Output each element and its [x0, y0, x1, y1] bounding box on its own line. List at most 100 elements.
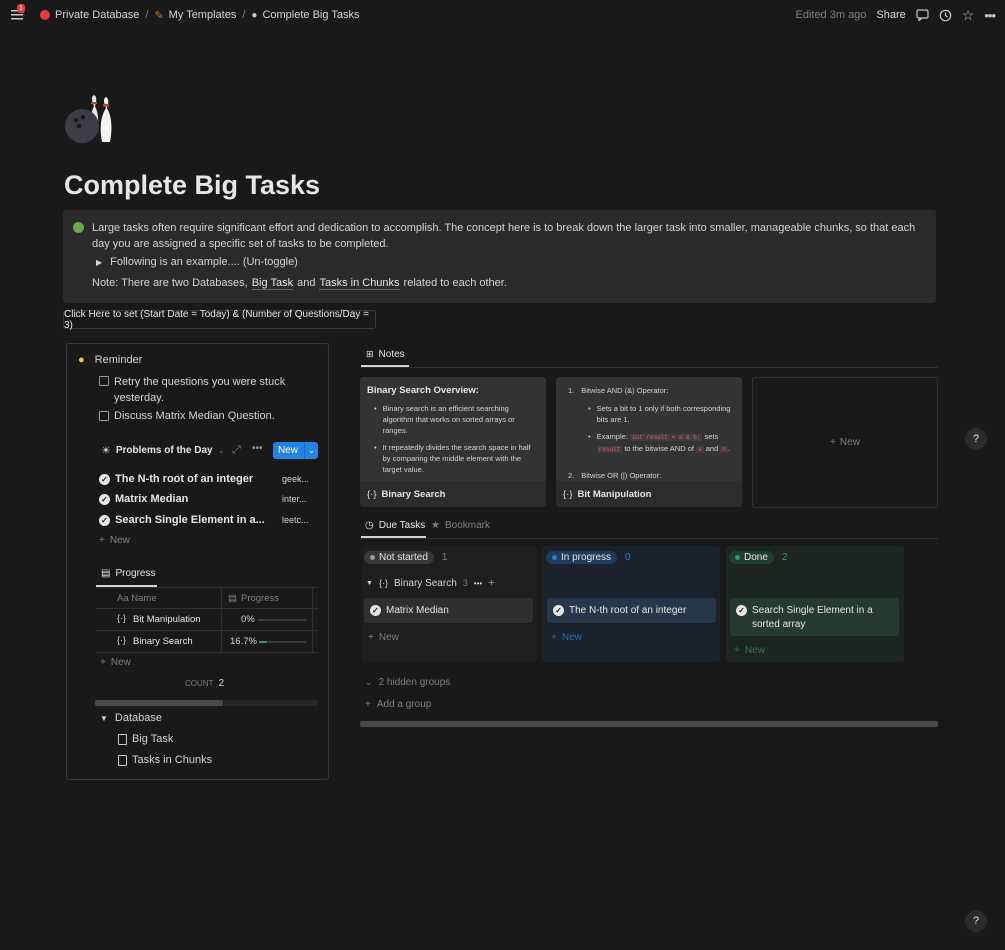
- pencil-icon: ✎: [154, 9, 164, 22]
- plus-icon[interactable]: +: [488, 577, 494, 589]
- add-group[interactable]: + Add a group: [365, 699, 431, 710]
- task-card[interactable]: ✓ Matrix Median: [364, 598, 533, 623]
- breadcrumb-private-database[interactable]: Private Database: [55, 9, 139, 21]
- note-footer-label: Binary Search: [381, 489, 446, 500]
- hidden-groups[interactable]: ⌄ 2 hidden groups: [365, 677, 450, 688]
- note-card[interactable]: Binary Search Overview: • Binary search …: [360, 377, 546, 507]
- due-tasks-tab[interactable]: ◷ Due Tasks: [365, 520, 425, 531]
- row-divider: [96, 652, 318, 653]
- todo-checkbox[interactable]: [99, 411, 109, 421]
- bookmark-tab[interactable]: ★ Bookmark: [431, 520, 490, 531]
- note-card[interactable]: 1. Bitwise AND (&) Operator: • Sets a bi…: [556, 377, 742, 507]
- progress-add-new[interactable]: + New: [100, 657, 131, 668]
- col-header-progress[interactable]: ▤ Progress: [228, 593, 279, 604]
- example-toggle[interactable]: ▶ Following is an example.... (Un-toggle…: [96, 256, 298, 268]
- column-header: Not started 1: [364, 551, 447, 564]
- row-divider: [96, 630, 318, 631]
- page-title[interactable]: Complete Big Tasks: [64, 170, 320, 201]
- more-icon[interactable]: •••: [984, 8, 996, 23]
- note-prefix: Note: There are two Databases,: [92, 277, 248, 289]
- history-icon[interactable]: [939, 9, 952, 22]
- note-link-big-task[interactable]: Big Task: [251, 277, 294, 290]
- expand-icon[interactable]: ⤢: [232, 444, 241, 457]
- potd-row[interactable]: ✓ Search Single Element in a... leetc...: [99, 514, 314, 526]
- todo-text[interactable]: Discuss Matrix Median Question.: [114, 410, 275, 422]
- progress-tab[interactable]: ▤ Progress: [101, 568, 155, 579]
- add-task[interactable]: + New: [734, 645, 765, 656]
- task-card[interactable]: ✓ Search Single Element in a sorted arra…: [730, 598, 899, 636]
- todo-text[interactable]: Retry the questions you were stuck yeste…: [114, 374, 299, 406]
- toggle-triangle-icon[interactable]: ▼: [366, 580, 373, 587]
- comment-icon[interactable]: [916, 9, 929, 21]
- template-button[interactable]: Click Here to set (Start Date = Today) &…: [63, 309, 376, 331]
- note-heading: Binary Search Overview:: [367, 385, 479, 396]
- status-pill[interactable]: Done: [729, 551, 774, 564]
- more-icon[interactable]: •••: [252, 443, 263, 454]
- chevron-down-icon[interactable]: ⌄: [304, 442, 318, 459]
- col-header-name[interactable]: Aa Name: [117, 593, 157, 604]
- scrollbar-thumb[interactable]: [95, 700, 223, 706]
- add-task[interactable]: + New: [368, 632, 399, 643]
- group-header[interactable]: ▼ {·} Binary Search 3 ••• +: [366, 577, 495, 589]
- potd-add-new[interactable]: + New: [99, 535, 130, 546]
- note-list-text: Bitwise AND (&) Operator:: [581, 386, 669, 395]
- status-pill[interactable]: In progress: [546, 551, 618, 564]
- todo-checkbox[interactable]: [99, 376, 109, 386]
- status-count: 1: [441, 552, 448, 563]
- star-icon[interactable]: ☆: [962, 7, 975, 24]
- plus-icon: +: [551, 632, 557, 643]
- status-count: 2: [781, 552, 788, 563]
- callout-note: Note: There are two Databases, Big Task …: [92, 277, 507, 290]
- toggle-triangle-icon[interactable]: ▼: [100, 714, 108, 723]
- breadcrumb-my-templates[interactable]: My Templates: [169, 9, 237, 21]
- note-card-preview: 1. Bitwise AND (&) Operator: • Sets a bi…: [556, 377, 742, 481]
- notes-tab[interactable]: ⊞ Notes: [366, 349, 405, 360]
- plus-icon: +: [830, 437, 836, 448]
- status-label: Not started: [379, 552, 428, 563]
- note-example: Example: int result = a & b; sets result…: [596, 431, 738, 455]
- add-task-label: New: [561, 632, 582, 643]
- bullet-dot: •: [588, 432, 591, 441]
- toggle-triangle-icon[interactable]: ▶: [96, 258, 102, 267]
- new-note-card[interactable]: + New: [752, 377, 938, 508]
- todo-item: Retry the questions you were stuck yeste…: [99, 374, 299, 406]
- task-card[interactable]: ✓ The N-th root of an integer: [547, 598, 716, 623]
- progress-row-name[interactable]: Bit Manipulation: [133, 614, 201, 625]
- inline-code: b: [720, 446, 728, 453]
- progress-row-name[interactable]: Binary Search: [133, 636, 193, 647]
- more-icon[interactable]: •••: [474, 579, 482, 588]
- status-pill[interactable]: Not started: [364, 551, 434, 564]
- status-label: Done: [744, 552, 768, 563]
- database-link[interactable]: Big Task: [118, 733, 173, 745]
- lightbulb-icon: ●: [78, 354, 85, 366]
- task-title: Search Single Element in a sorted array: [752, 605, 873, 630]
- potd-row[interactable]: ✓ Matrix Median inter...: [99, 493, 314, 505]
- potd-title[interactable]: Problems of the Day: [116, 445, 213, 456]
- share-button[interactable]: Share: [876, 9, 905, 21]
- add-task-label: New: [744, 645, 765, 656]
- chevron-down-icon[interactable]: ⌄: [218, 446, 225, 455]
- database-link-label: Big Task: [132, 733, 174, 745]
- page-icon-bowling[interactable]: [64, 94, 120, 144]
- add-task[interactable]: + New: [551, 632, 582, 643]
- potd-source: leetc...: [282, 515, 309, 525]
- database-toggle[interactable]: ▼ Database: [100, 712, 162, 724]
- task-title: Matrix Median: [386, 605, 449, 616]
- note-bullet: • Binary search is an efficient searchin…: [374, 403, 540, 436]
- board-scrollbar[interactable]: [360, 721, 938, 727]
- breadcrumb-complete-big-tasks[interactable]: Complete Big Tasks: [262, 9, 359, 21]
- green-circle-icon: [73, 222, 84, 233]
- help-button[interactable]: ?: [965, 428, 987, 450]
- potd-row[interactable]: ✓ The N-th root of an integer geek...: [99, 473, 314, 485]
- inline-code: result: [596, 446, 623, 453]
- tasks-divider: [361, 538, 938, 539]
- note-link-tasks-in-chunks[interactable]: Tasks in Chunks: [319, 277, 400, 290]
- new-button-label: New: [278, 445, 299, 456]
- example-text: and: [705, 444, 719, 453]
- help-button[interactable]: ?: [965, 910, 987, 932]
- database-link[interactable]: Tasks in Chunks: [118, 754, 212, 766]
- col-divider: [221, 588, 222, 652]
- new-problem-button[interactable]: New ⌄: [273, 442, 318, 459]
- potd-source: geek...: [282, 474, 310, 484]
- sidebar-menu-icon[interactable]: 1: [10, 4, 25, 22]
